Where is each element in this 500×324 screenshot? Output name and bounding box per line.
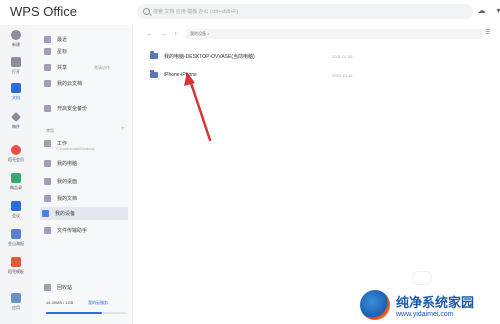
watermark-logo [360,290,390,320]
watermark: 纯净系统家园 www.yidaimei.com [360,290,474,320]
watermark-title: 纯净系统家园 [396,296,475,311]
watermark-text: 纯净系统家园 www.yidaimei.com [396,292,474,318]
watermark-url: www.yidaimei.com [396,311,454,318]
decorative-cloud [412,271,432,285]
